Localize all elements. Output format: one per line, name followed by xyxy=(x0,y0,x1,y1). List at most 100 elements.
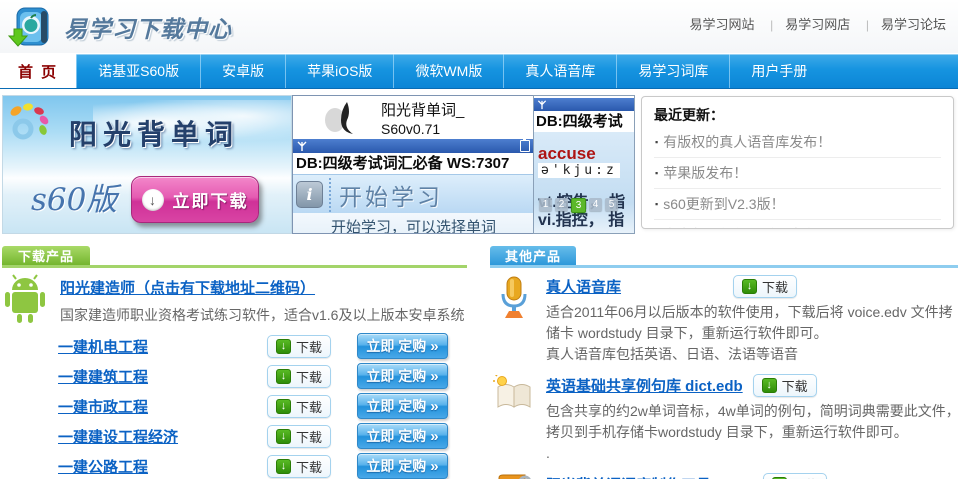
nav-tab[interactable]: 真人语音库 xyxy=(503,54,616,88)
page-dot[interactable]: 4 xyxy=(589,198,602,211)
site-title: 易学习下载中心 xyxy=(64,10,232,44)
chevron-right-icon: » xyxy=(430,398,438,415)
header-link[interactable]: 易学习论坛 xyxy=(881,17,946,32)
order-button-label: 立即 定购 xyxy=(366,426,426,446)
word-card: accuse ə'kju:z vt.控告， 指 1 2 3 4 5 vi.指控，… xyxy=(534,132,634,233)
section-underline-others xyxy=(490,265,958,268)
logo[interactable]: 易学习下载中心 xyxy=(8,5,232,49)
download-button[interactable]: ↓ 下载 xyxy=(753,374,817,397)
promo-banner[interactable]: 阳光背单词 s60版 ↓ 立即下载 xyxy=(2,95,292,234)
order-button[interactable]: 立即 定购 » xyxy=(357,333,448,359)
nav-tab[interactable]: 微软WM版 xyxy=(393,54,503,88)
download-arrow-icon: ↓ xyxy=(742,279,757,294)
banner-download-button[interactable]: ↓ 立即下载 xyxy=(131,176,259,223)
order-button[interactable]: 立即 定购 » xyxy=(357,453,448,479)
description-line: . xyxy=(546,443,958,464)
update-item[interactable]: ▪ s60更新到V2.3版！ xyxy=(654,189,941,220)
download-button[interactable]: ↓ 下载 xyxy=(267,335,331,358)
section-tab-downloads[interactable]: 下载产品 xyxy=(2,246,90,265)
bullet-icon: ▪ xyxy=(655,137,658,147)
app-splash: 阳光背单词_ S60v0.71 xyxy=(293,96,534,139)
other-product: 真人语音库 ↓ 下载 适合2011年06月以后版本的软件使用，下载后将 voic… xyxy=(490,274,958,365)
page-dot[interactable]: 3 xyxy=(571,198,586,213)
product-link[interactable]: 一建公路工程 xyxy=(58,456,267,477)
download-button[interactable]: ↓ 下载 xyxy=(763,473,827,479)
section-tab-others[interactable]: 其他产品 xyxy=(490,246,576,265)
product-link[interactable]: 真人语音库 xyxy=(546,276,621,297)
nav-tab[interactable]: 安卓版 xyxy=(200,54,285,88)
update-item[interactable]: ▪ 有版权的真人语音库发布！ xyxy=(654,127,941,158)
nav-tab-home[interactable]: 首 页 xyxy=(0,54,76,88)
chevron-right-icon: » xyxy=(430,428,438,445)
nav-tab[interactable]: 苹果iOS版 xyxy=(285,54,393,88)
header-link-item: 易学习网店 | xyxy=(785,14,881,33)
battery-icon xyxy=(520,140,530,152)
download-button-label: 下载 xyxy=(296,427,322,446)
featured-product: 阳光建造师（点击有下载地址二维码） 国家建造师职业资格考试练习软件，适合v1.6… xyxy=(2,274,478,325)
download-arrow-icon: ↓ xyxy=(276,459,291,474)
product-link[interactable]: 一建市政工程 xyxy=(58,396,267,417)
order-button[interactable]: 立即 定购 » xyxy=(357,423,448,449)
product-description: 适合2011年06月以后版本的软件使用，下载后将 voice.edv 文件拷 储… xyxy=(546,302,953,365)
order-button-label: 立即 定购 xyxy=(366,396,426,416)
main-nav: 首 页 诺基亚S60版 安卓版 苹果iOS版 微软WM版 真人语音库 易学习词库… xyxy=(0,54,958,88)
header-link-item: 易学习论坛 | xyxy=(881,14,946,33)
status-bar xyxy=(534,98,634,111)
page: 易学习下载中心 易学习网站 | 易学习网店 | 易学习论坛 | xyxy=(0,0,958,479)
download-button[interactable]: ↓ 下载 xyxy=(733,275,797,298)
app-logo-icon xyxy=(319,100,371,136)
app-version: S60v0.71 xyxy=(381,121,464,137)
download-row: 一建公路工程 ↓ 下载 立即 定购 » xyxy=(58,454,478,478)
nav-tab[interactable]: 用户手册 xyxy=(729,54,828,88)
description-line: 包含共享的约2w单词音标，4w单词的例句，简明词典需要此文件，下 xyxy=(546,401,958,422)
db-line: DB:四级考试词汇必备 WS:7307 xyxy=(293,153,534,174)
product-link[interactable]: 阳光背单词词库制作工具 UTF8 xyxy=(546,474,753,479)
header-link[interactable]: 易学习网站 xyxy=(689,17,754,32)
download-button-label: 下载 xyxy=(762,277,788,296)
order-button[interactable]: 立即 定购 » xyxy=(357,393,448,419)
menu-selected-row[interactable]: i 开始学习 xyxy=(293,174,534,215)
link-separator: | xyxy=(770,18,773,32)
recent-updates-title: 最近更新： xyxy=(654,105,941,125)
update-item[interactable]: ▪ 安卓版最新使用手册发布！ xyxy=(654,220,941,229)
book-icon xyxy=(493,375,535,411)
phonetic: ə'kju:z xyxy=(538,163,620,178)
menu-hint: 开始学习，可以选择单词 xyxy=(293,213,534,233)
download-button[interactable]: ↓ 下载 xyxy=(267,425,331,448)
banner-edition: s60版 xyxy=(31,174,117,219)
nav-tab[interactable]: 诺基亚S60版 xyxy=(76,54,200,88)
update-item[interactable]: ▪ 苹果版发布！ xyxy=(654,158,941,189)
bullet-icon: ▪ xyxy=(655,199,658,209)
header: 易学习下载中心 易学习网站 | 易学习网店 | 易学习论坛 | xyxy=(0,0,958,53)
download-button-label: 下载 xyxy=(792,475,818,479)
backpack-icon xyxy=(8,5,54,49)
download-button[interactable]: ↓ 下载 xyxy=(267,365,331,388)
page-dot[interactable]: 5 xyxy=(605,198,618,211)
product-link[interactable]: 一建建筑工程 xyxy=(58,366,267,387)
product-link[interactable]: 一建建设工程经济 xyxy=(58,426,267,447)
pagination: 1 2 3 4 5 xyxy=(539,198,618,213)
db-line: DB:四级考试 xyxy=(534,111,634,132)
app-name: 阳光背单词_ xyxy=(381,99,464,120)
update-item-label: 苹果版发布！ xyxy=(663,163,747,183)
page-dot[interactable]: 1 xyxy=(539,198,552,211)
page-dot[interactable]: 2 xyxy=(555,198,568,211)
download-button[interactable]: ↓ 下载 xyxy=(267,455,331,478)
product-link[interactable]: 一建机电工程 xyxy=(58,336,267,357)
product-link[interactable]: 阳光建造师（点击有下载地址二维码） xyxy=(60,280,315,297)
download-button[interactable]: ↓ 下载 xyxy=(267,395,331,418)
product-link[interactable]: 英语基础共享例句库 dict.edb xyxy=(546,375,743,396)
nav-tabs: 诺基亚S60版 安卓版 苹果iOS版 微软WM版 真人语音库 易学习词库 用户手… xyxy=(76,54,828,88)
header-link[interactable]: 易学习网店 xyxy=(785,17,850,32)
download-arrow-icon: ↓ xyxy=(276,399,291,414)
menu-selected-label: 开始学习 xyxy=(329,178,443,212)
download-button-label: 下载 xyxy=(296,367,322,386)
download-row: 一建市政工程 ↓ 下载 立即 定购 » xyxy=(58,394,478,418)
update-item-label: 安卓版最新使用手册发布！ xyxy=(663,225,831,229)
nav-tab[interactable]: 易学习词库 xyxy=(616,54,729,88)
order-button-label: 立即 定购 xyxy=(366,336,426,356)
download-arrow-icon: ↓ xyxy=(142,189,164,211)
download-arrow-icon: ↓ xyxy=(276,429,291,444)
order-button[interactable]: 立即 定购 » xyxy=(357,363,448,389)
download-button-label: 下载 xyxy=(296,457,322,476)
